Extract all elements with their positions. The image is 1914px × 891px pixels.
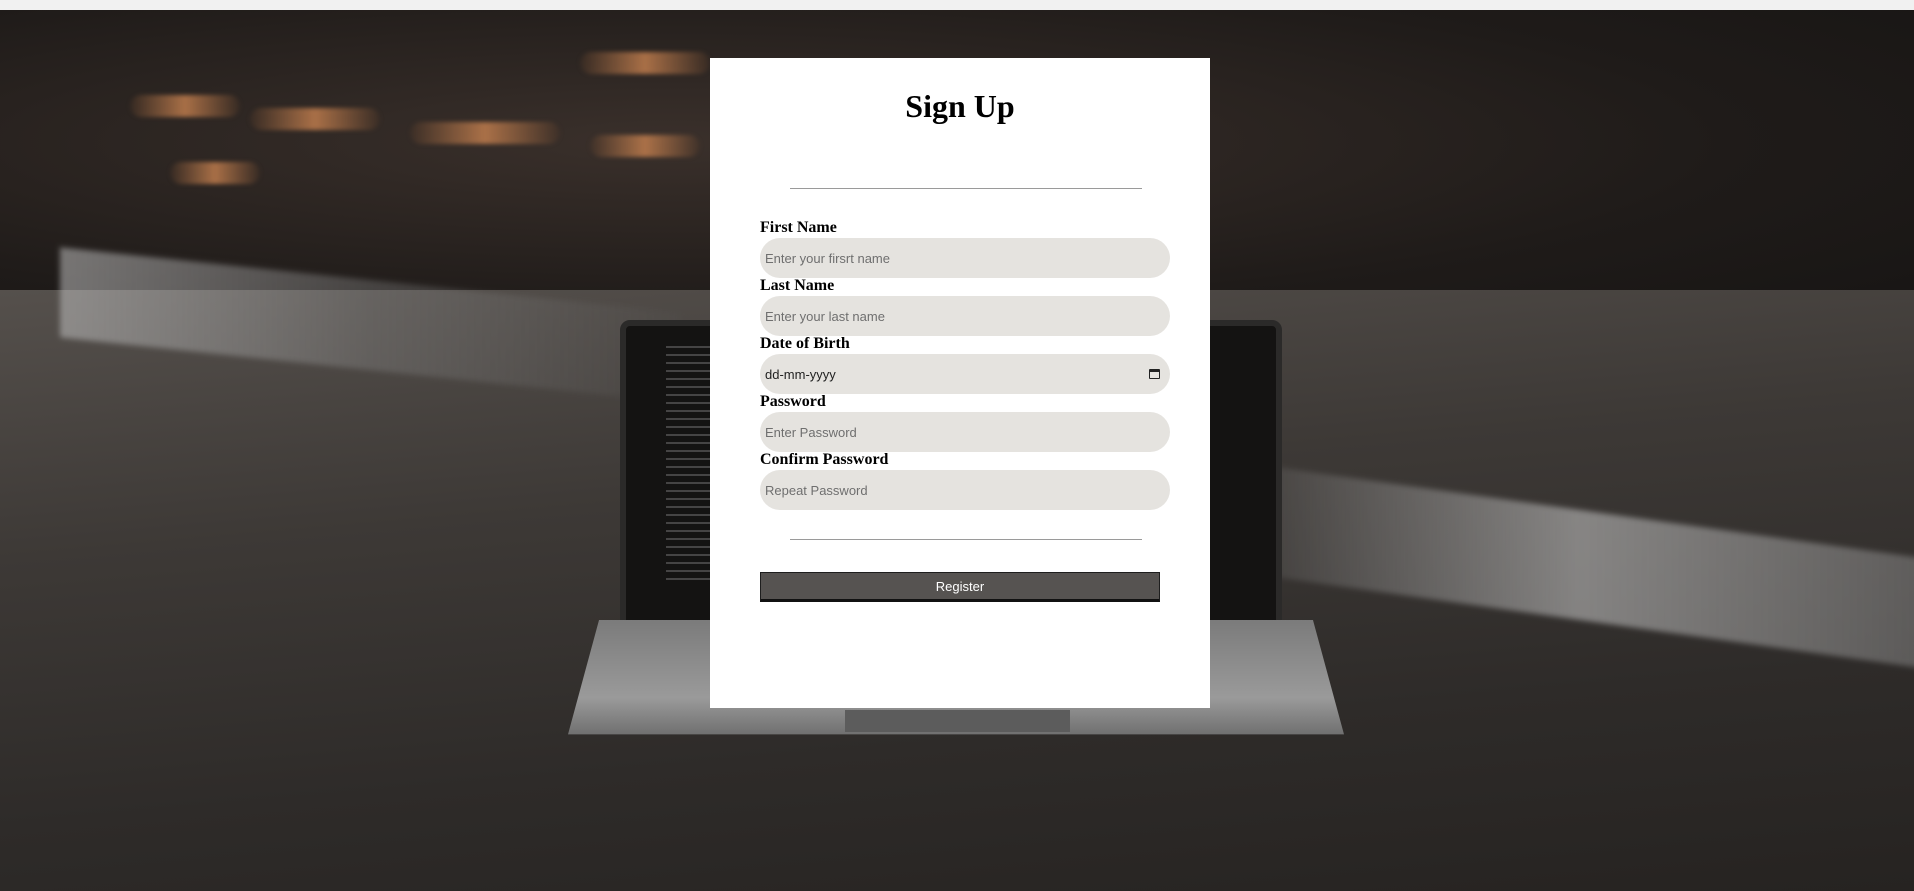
background-light <box>580 52 710 74</box>
page-title: Sign Up <box>905 88 1015 124</box>
background-light <box>170 162 260 184</box>
password-placeholder: Enter Password <box>765 424 857 440</box>
password-label: Password <box>760 393 826 410</box>
date-of-birth-placeholder: dd-mm-yyyy <box>765 366 836 382</box>
date-of-birth-label: Date of Birth <box>760 335 850 352</box>
background-laptop-trackpad <box>845 710 1070 732</box>
background-light <box>410 122 560 144</box>
confirm-password-placeholder: Repeat Password <box>765 482 868 498</box>
first-name-input[interactable]: Enter your firsrt name <box>760 238 1170 278</box>
date-of-birth-input[interactable]: dd-mm-yyyy <box>760 354 1170 394</box>
confirm-password-label: Confirm Password <box>760 451 889 468</box>
signup-card: Sign Up First Name Enter your firsrt nam… <box>710 58 1210 708</box>
divider <box>790 539 1142 540</box>
first-name-placeholder: Enter your firsrt name <box>765 250 890 266</box>
last-name-label: Last Name <box>760 277 835 294</box>
register-button[interactable]: Register <box>760 572 1160 602</box>
last-name-placeholder: Enter your last name <box>765 308 885 324</box>
background-light <box>250 108 380 130</box>
last-name-input[interactable]: Enter your last name <box>760 296 1170 336</box>
confirm-password-input[interactable]: Repeat Password <box>760 470 1170 510</box>
background-light <box>590 135 700 157</box>
calendar-icon[interactable] <box>1149 369 1160 379</box>
password-input[interactable]: Enter Password <box>760 412 1170 452</box>
first-name-label: First Name <box>760 219 837 236</box>
background-light <box>130 95 240 117</box>
divider <box>790 188 1142 189</box>
